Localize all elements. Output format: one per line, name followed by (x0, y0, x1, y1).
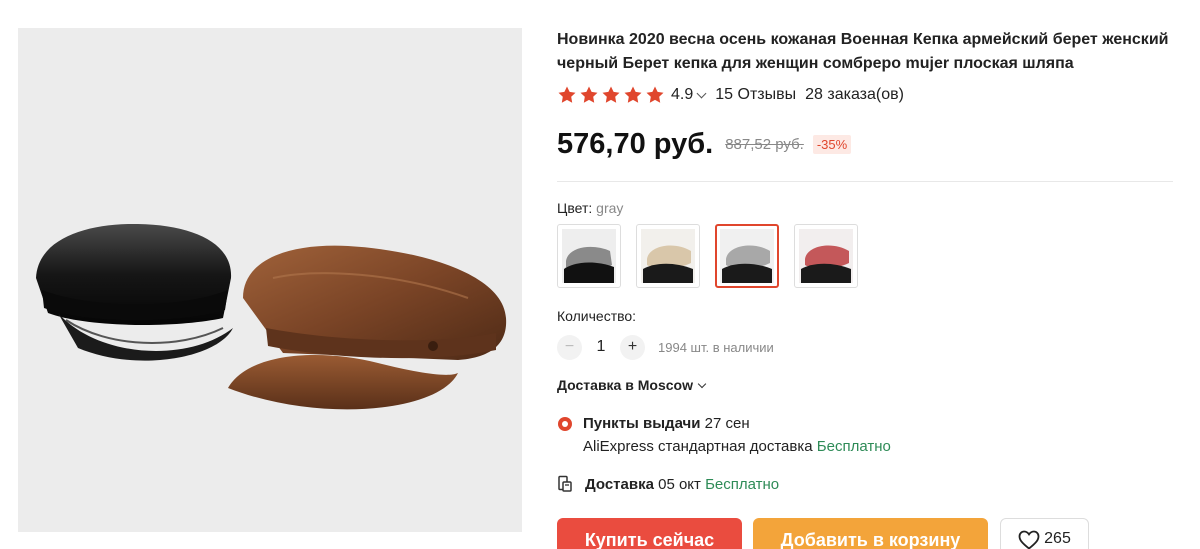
add-to-cart-button[interactable]: Добавить в корзину (753, 518, 988, 549)
quantity-stepper: − 1 + 1994 шт. в наличии (557, 334, 1175, 360)
quantity-increase-button[interactable]: + (620, 334, 645, 360)
price-row: 576,70 руб. 887,52 руб. -35% (557, 122, 1175, 166)
action-buttons: Купить сейчас Добавить в корзину 265 (557, 518, 1089, 549)
package-icon (558, 475, 572, 492)
heart-icon (1018, 530, 1040, 549)
swatch-black-image (562, 229, 616, 283)
delivery-option-pickup[interactable]: Пункты выдачи 27 сен AliExpress стандарт… (557, 412, 1175, 458)
star-icon (602, 86, 620, 103)
current-price: 576,70 руб. (557, 127, 714, 160)
star-icon (558, 86, 576, 103)
delivery-heading: Доставка в Moscow (557, 377, 693, 393)
pickup-price: Бесплатно (816, 438, 891, 455)
wishlist-count: 265 (1044, 530, 1071, 547)
color-label-text: Цвет: (557, 200, 593, 216)
swatch-black[interactable] (557, 224, 621, 288)
orders-count: 28 заказа(ов) (805, 86, 904, 103)
quantity-label: Количество: (557, 308, 637, 324)
old-price: 887,52 руб. (725, 135, 804, 153)
swatch-gray[interactable] (715, 224, 779, 288)
caps-illustration (36, 223, 507, 410)
pickup-method-line: AliExpress стандартная доставка Бесплатн… (583, 435, 1175, 458)
product-title: Новинка 2020 весна осень кожаная Военная… (557, 31, 1169, 72)
delivery-location-selector[interactable]: Доставка в Moscow (557, 377, 1175, 393)
color-label: Цвет: gray (557, 200, 1175, 216)
pickup-date: 27 сен (704, 415, 750, 432)
swatch-beige-image (641, 229, 695, 283)
radio-selected-icon[interactable] (558, 417, 572, 431)
discount-badge: -35% (812, 134, 852, 154)
pickup-method: AliExpress стандартная доставка (583, 438, 813, 455)
star-icon (646, 86, 664, 103)
pickup-line: Пункты выдачи 27 сен (583, 412, 1175, 435)
star-icon (580, 86, 598, 103)
color-selected-value: gray (596, 200, 624, 216)
rating-stars (557, 85, 665, 105)
chevron-down-icon (697, 379, 707, 388)
rating-value[interactable]: 4.9 (671, 86, 693, 104)
delivery-option-courier[interactable]: Доставка 05 окт Бесплатно (557, 473, 1175, 496)
chevron-down-icon[interactable] (696, 88, 707, 98)
quantity-decrease-button[interactable]: − (557, 334, 582, 360)
star-icon (624, 86, 642, 103)
rating-row: 4.9 15 Отзывы 28 заказа(ов) (557, 83, 1175, 107)
stock-count: 1994 шт. в наличии (658, 339, 774, 355)
wishlist-button[interactable]: 265 (1000, 518, 1089, 549)
product-info: Новинка 2020 весна осень кожаная Военная… (557, 28, 1175, 496)
quantity-value[interactable]: 1 (582, 338, 620, 356)
courier-price: Бесплатно (705, 476, 780, 493)
color-swatches (557, 224, 1175, 288)
swatch-red[interactable] (794, 224, 858, 288)
courier-title: Доставка (585, 476, 654, 493)
pickup-title: Пункты выдачи (583, 415, 701, 432)
swatch-beige[interactable] (636, 224, 700, 288)
swatch-gray-image (720, 229, 774, 283)
reviews-link[interactable]: 15 Отзывы (715, 86, 796, 104)
swatch-red-image (799, 229, 853, 283)
courier-date: 05 окт (658, 476, 701, 493)
divider (557, 181, 1173, 182)
product-main-image[interactable] (18, 28, 522, 532)
buy-now-button[interactable]: Купить сейчас (557, 518, 742, 549)
